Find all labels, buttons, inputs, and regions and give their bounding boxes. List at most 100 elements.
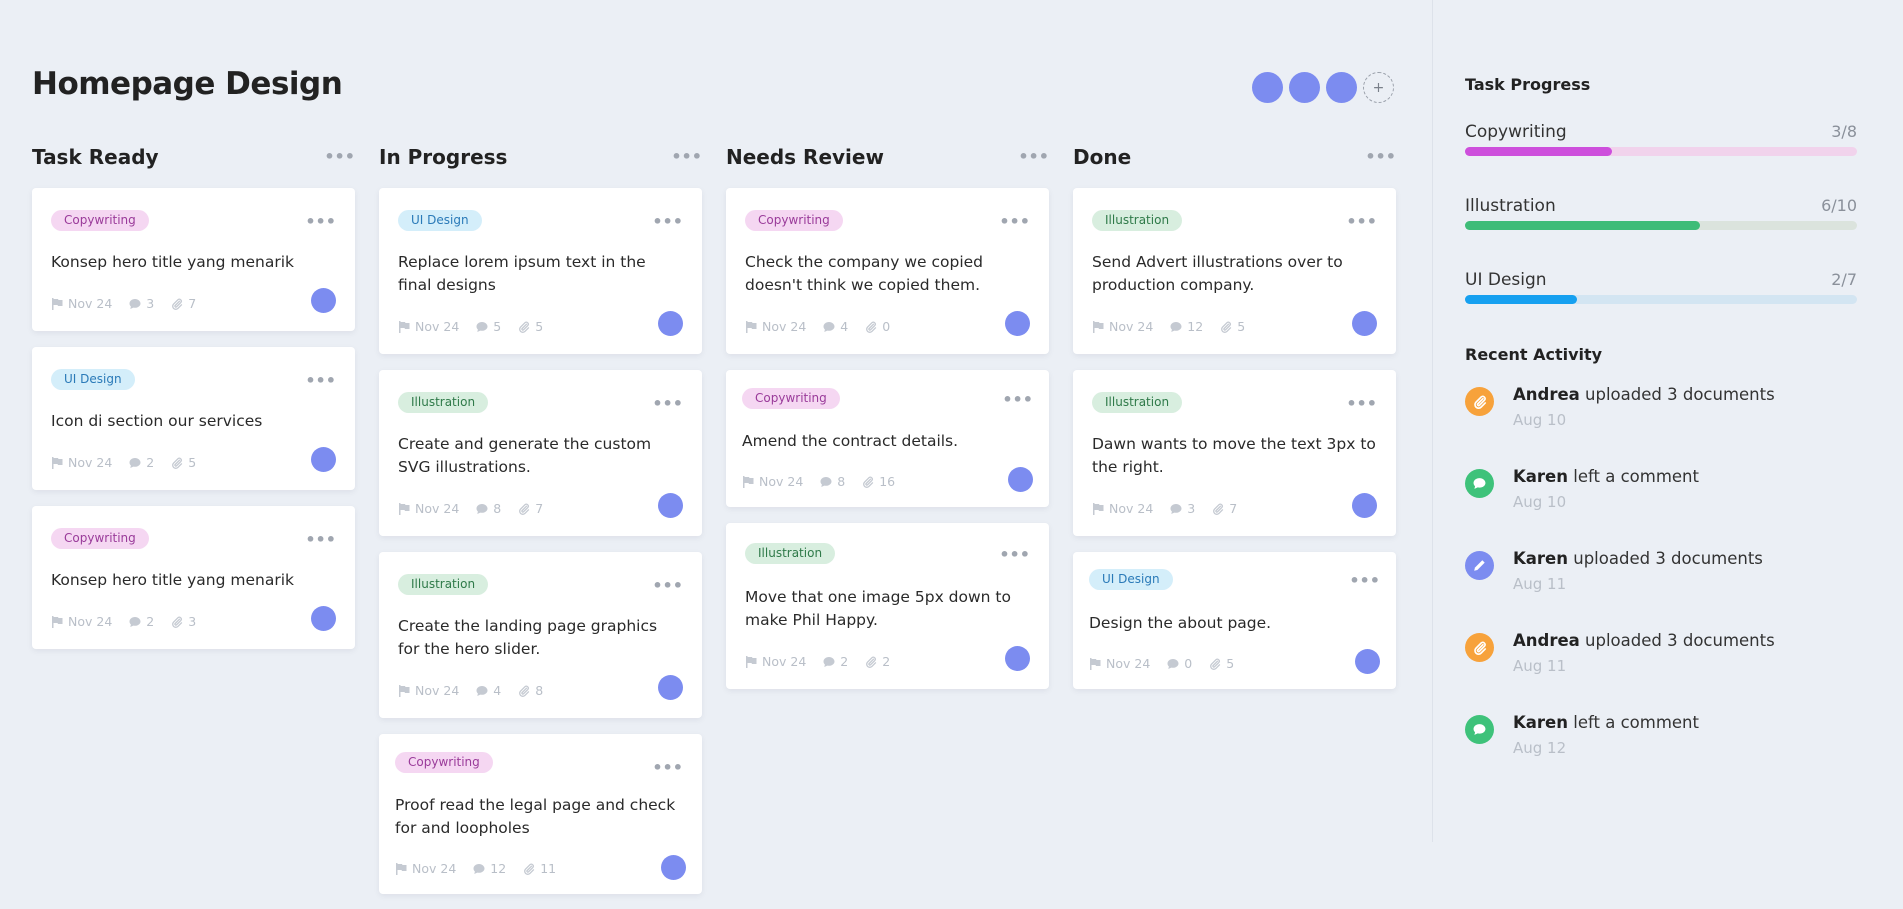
more-horizontal-icon[interactable]: ••• [652, 396, 683, 412]
activity-user[interactable]: Karen [1513, 549, 1568, 568]
category-tag: Illustration [1092, 210, 1183, 231]
comment-icon [1473, 478, 1486, 489]
more-horizontal-icon[interactable]: ••• [324, 149, 355, 165]
column-header: Done ••• [1073, 145, 1396, 169]
progress-count: 3/8 [1831, 122, 1857, 141]
avatar[interactable] [311, 606, 336, 631]
task-card[interactable]: Illustration ••• Dawn wants to move the … [1073, 370, 1396, 536]
paperclip-icon [172, 457, 183, 469]
avatar[interactable] [311, 447, 336, 472]
due-date: Nov 24 [68, 614, 113, 629]
activity-user[interactable]: Karen [1513, 467, 1568, 486]
task-card[interactable]: Copywriting ••• Proof read the legal pag… [379, 734, 702, 894]
task-card[interactable]: Illustration ••• Send Advert illustratio… [1073, 188, 1396, 354]
attachment-count: 2 [882, 654, 891, 669]
due-date: Nov 24 [415, 683, 460, 698]
more-horizontal-icon[interactable]: ••• [999, 214, 1030, 230]
progress-track [1465, 147, 1857, 156]
category-tag: UI Design [1089, 569, 1173, 590]
more-horizontal-icon[interactable]: ••• [1346, 396, 1377, 412]
activity-user[interactable]: Andrea [1513, 385, 1580, 404]
more-horizontal-icon[interactable]: ••• [1346, 214, 1377, 230]
avatar[interactable] [658, 675, 683, 700]
due-date: Nov 24 [68, 296, 113, 311]
avatar[interactable] [1355, 649, 1380, 674]
card-meta: Nov 24 2 3 [51, 614, 196, 629]
avatar[interactable] [311, 288, 336, 313]
progress-illustration: Illustration 6/10 [1465, 196, 1857, 230]
avatar[interactable] [1005, 646, 1030, 671]
card-title: Amend the contract details. [742, 432, 959, 450]
paperclip-icon [866, 656, 877, 668]
column-title: Done [1073, 145, 1132, 169]
avatar[interactable] [1289, 72, 1320, 103]
attachment-count: 7 [188, 296, 197, 311]
avatar[interactable] [1005, 311, 1030, 336]
avatar[interactable] [1008, 467, 1033, 492]
category-tag: Copywriting [51, 210, 149, 231]
task-card[interactable]: UI Design ••• Design the about page. Nov… [1073, 552, 1396, 689]
activity-user[interactable]: Andrea [1513, 631, 1580, 650]
more-horizontal-icon[interactable]: ••• [1365, 149, 1396, 165]
task-progress-heading: Task Progress [1465, 75, 1591, 94]
due-date: Nov 24 [68, 455, 113, 470]
avatar[interactable] [1352, 493, 1377, 518]
avatar[interactable] [1352, 311, 1377, 336]
card-meta: Nov 24 0 5 [1089, 656, 1234, 671]
page-title: Homepage Design [32, 66, 343, 102]
more-horizontal-icon[interactable]: ••• [1349, 573, 1380, 589]
card-meta: Nov 24 5 5 [398, 319, 543, 334]
column-header: Needs Review ••• [726, 145, 1049, 169]
comment-count: 12 [1187, 319, 1204, 334]
category-tag: UI Design [398, 210, 482, 231]
more-horizontal-icon[interactable]: ••• [305, 214, 336, 230]
task-card[interactable]: Copywriting ••• Konsep hero title yang m… [32, 506, 355, 649]
comment-count: 4 [493, 683, 502, 698]
avatar[interactable] [1252, 72, 1283, 103]
task-card[interactable]: UI Design ••• Replace lorem ipsum text i… [379, 188, 702, 354]
comment-count: 8 [493, 501, 502, 516]
paperclip-icon [863, 476, 874, 488]
attachment-count: 5 [188, 455, 197, 470]
progress-track [1465, 221, 1857, 230]
comment-count: 2 [840, 654, 849, 669]
task-card[interactable]: Copywriting ••• Check the company we cop… [726, 188, 1049, 354]
activity-user[interactable]: Karen [1513, 713, 1568, 732]
progress-label: UI Design [1465, 270, 1547, 290]
progress-track [1465, 295, 1857, 304]
task-card[interactable]: Illustration ••• Move that one image 5px… [726, 523, 1049, 689]
card-meta: Nov 24 12 5 [1092, 319, 1245, 334]
avatar[interactable] [658, 311, 683, 336]
comment-count: 12 [490, 861, 507, 876]
task-card[interactable]: UI Design ••• Icon di section our servic… [32, 347, 355, 490]
more-horizontal-icon[interactable]: ••• [1018, 149, 1049, 165]
more-horizontal-icon[interactable]: ••• [652, 578, 683, 594]
pencil-icon [1474, 560, 1485, 571]
column-header: Task Ready ••• [32, 145, 355, 169]
flag-icon [743, 475, 754, 488]
category-tag: Copywriting [51, 528, 149, 549]
card-meta: Nov 24 8 7 [398, 501, 543, 516]
flag-icon [52, 297, 63, 310]
task-card[interactable]: Illustration ••• Create and generate the… [379, 370, 702, 536]
card-title: Design the about page. [1089, 614, 1272, 632]
avatar[interactable] [658, 493, 683, 518]
more-horizontal-icon[interactable]: ••• [1002, 392, 1033, 408]
more-horizontal-icon[interactable]: ••• [999, 547, 1030, 563]
task-card[interactable]: Copywriting ••• Konsep hero title yang m… [32, 188, 355, 331]
flag-icon [1093, 320, 1104, 333]
flag-icon [746, 655, 757, 668]
avatar[interactable] [1326, 72, 1357, 103]
avatar[interactable] [661, 855, 686, 880]
more-horizontal-icon[interactable]: ••• [305, 373, 336, 389]
more-horizontal-icon[interactable]: ••• [305, 532, 336, 548]
add-member-button[interactable]: + [1363, 72, 1394, 103]
card-meta: Nov 24 3 7 [51, 296, 196, 311]
task-card[interactable]: Copywriting ••• Amend the contract detai… [726, 370, 1049, 507]
more-horizontal-icon[interactable]: ••• [671, 149, 702, 165]
more-horizontal-icon[interactable]: ••• [652, 214, 683, 230]
task-card[interactable]: Illustration ••• Create the landing page… [379, 552, 702, 718]
card-title: Proof read the legal page and check for … [395, 796, 676, 837]
more-horizontal-icon[interactable]: ••• [652, 760, 683, 776]
paperclip-icon [172, 298, 183, 310]
